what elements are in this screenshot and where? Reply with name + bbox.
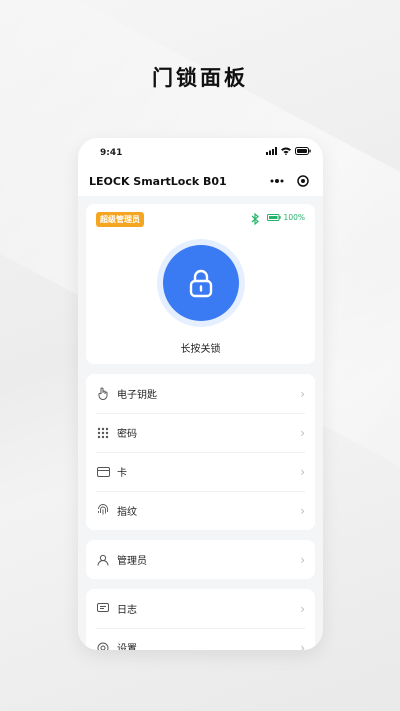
mini-program-capsule [263, 171, 315, 191]
settings-icon [96, 641, 110, 650]
chevron-right-icon: › [300, 503, 305, 518]
menu-item-settings[interactable]: 设置 › [86, 628, 315, 650]
battery-indicator: 100% [266, 213, 305, 222]
bluetooth-icon [251, 213, 259, 225]
chevron-right-icon: › [300, 425, 305, 440]
signal-icon [266, 147, 277, 155]
more-icon[interactable] [270, 178, 284, 184]
fingerprint-icon [96, 504, 110, 518]
battery-status-icon [295, 147, 311, 155]
menu-item-fingerprint[interactable]: 指纹 › [86, 491, 315, 530]
menu-item-password[interactable]: 密码 › [86, 413, 315, 452]
lock-icon [189, 269, 212, 298]
menu-item-label: 设置 [117, 644, 137, 650]
close-mini-program-icon[interactable] [296, 175, 309, 187]
lock-panel: 超级管理员 100% 长按关锁 [86, 204, 315, 364]
device-title: LEOCK SmartLock B01 [89, 175, 227, 188]
chevron-right-icon: › [300, 464, 305, 479]
system-menu-group: 日志 › 设置 › [86, 589, 315, 650]
role-badge: 超级管理员 [96, 212, 144, 227]
user-icon [96, 553, 110, 567]
menu-item-log[interactable]: 日志 › [86, 589, 315, 628]
status-time: 9:41 [100, 148, 123, 158]
menu-item-label: 管理员 [117, 556, 147, 567]
menu-item-label: 卡 [117, 468, 127, 479]
page-headline: 门锁面板 [152, 66, 248, 90]
menu-item-admin[interactable]: 管理员 › [86, 540, 315, 579]
keys-menu-group: 电子钥匙 › 密码 › 卡 › 指纹 › [86, 374, 315, 530]
chevron-right-icon: › [300, 552, 305, 567]
menu-item-electronic-key[interactable]: 电子钥匙 › [86, 374, 315, 413]
wifi-icon [281, 147, 291, 155]
chevron-right-icon: › [300, 640, 305, 651]
lock-button-ring [156, 239, 245, 327]
menu-item-label: 电子钥匙 [117, 390, 157, 401]
admin-menu-group: 管理员 › [86, 540, 315, 579]
lock-button[interactable] [162, 245, 239, 321]
status-bar: 9:41 [78, 138, 323, 166]
battery-level: 100% [283, 213, 305, 222]
log-icon [96, 602, 110, 616]
nav-bar: LEOCK SmartLock B01 [78, 166, 323, 196]
hand-icon [96, 387, 110, 401]
menu-item-label: 密码 [117, 429, 137, 440]
battery-icon [266, 214, 281, 221]
menu-item-label: 指纹 [117, 507, 137, 518]
lock-action-label: 长按关锁 [180, 344, 221, 355]
chevron-right-icon: › [300, 386, 305, 401]
phone-frame: 9:41 LEOCK SmartLock B01 超级管理员 100% 长按关锁 [78, 138, 323, 650]
chevron-right-icon: › [300, 601, 305, 616]
menu-item-label: 日志 [117, 605, 137, 616]
card-icon [96, 465, 110, 479]
menu-item-card[interactable]: 卡 › [86, 452, 315, 491]
status-icons [266, 147, 311, 155]
keypad-icon [96, 426, 110, 440]
